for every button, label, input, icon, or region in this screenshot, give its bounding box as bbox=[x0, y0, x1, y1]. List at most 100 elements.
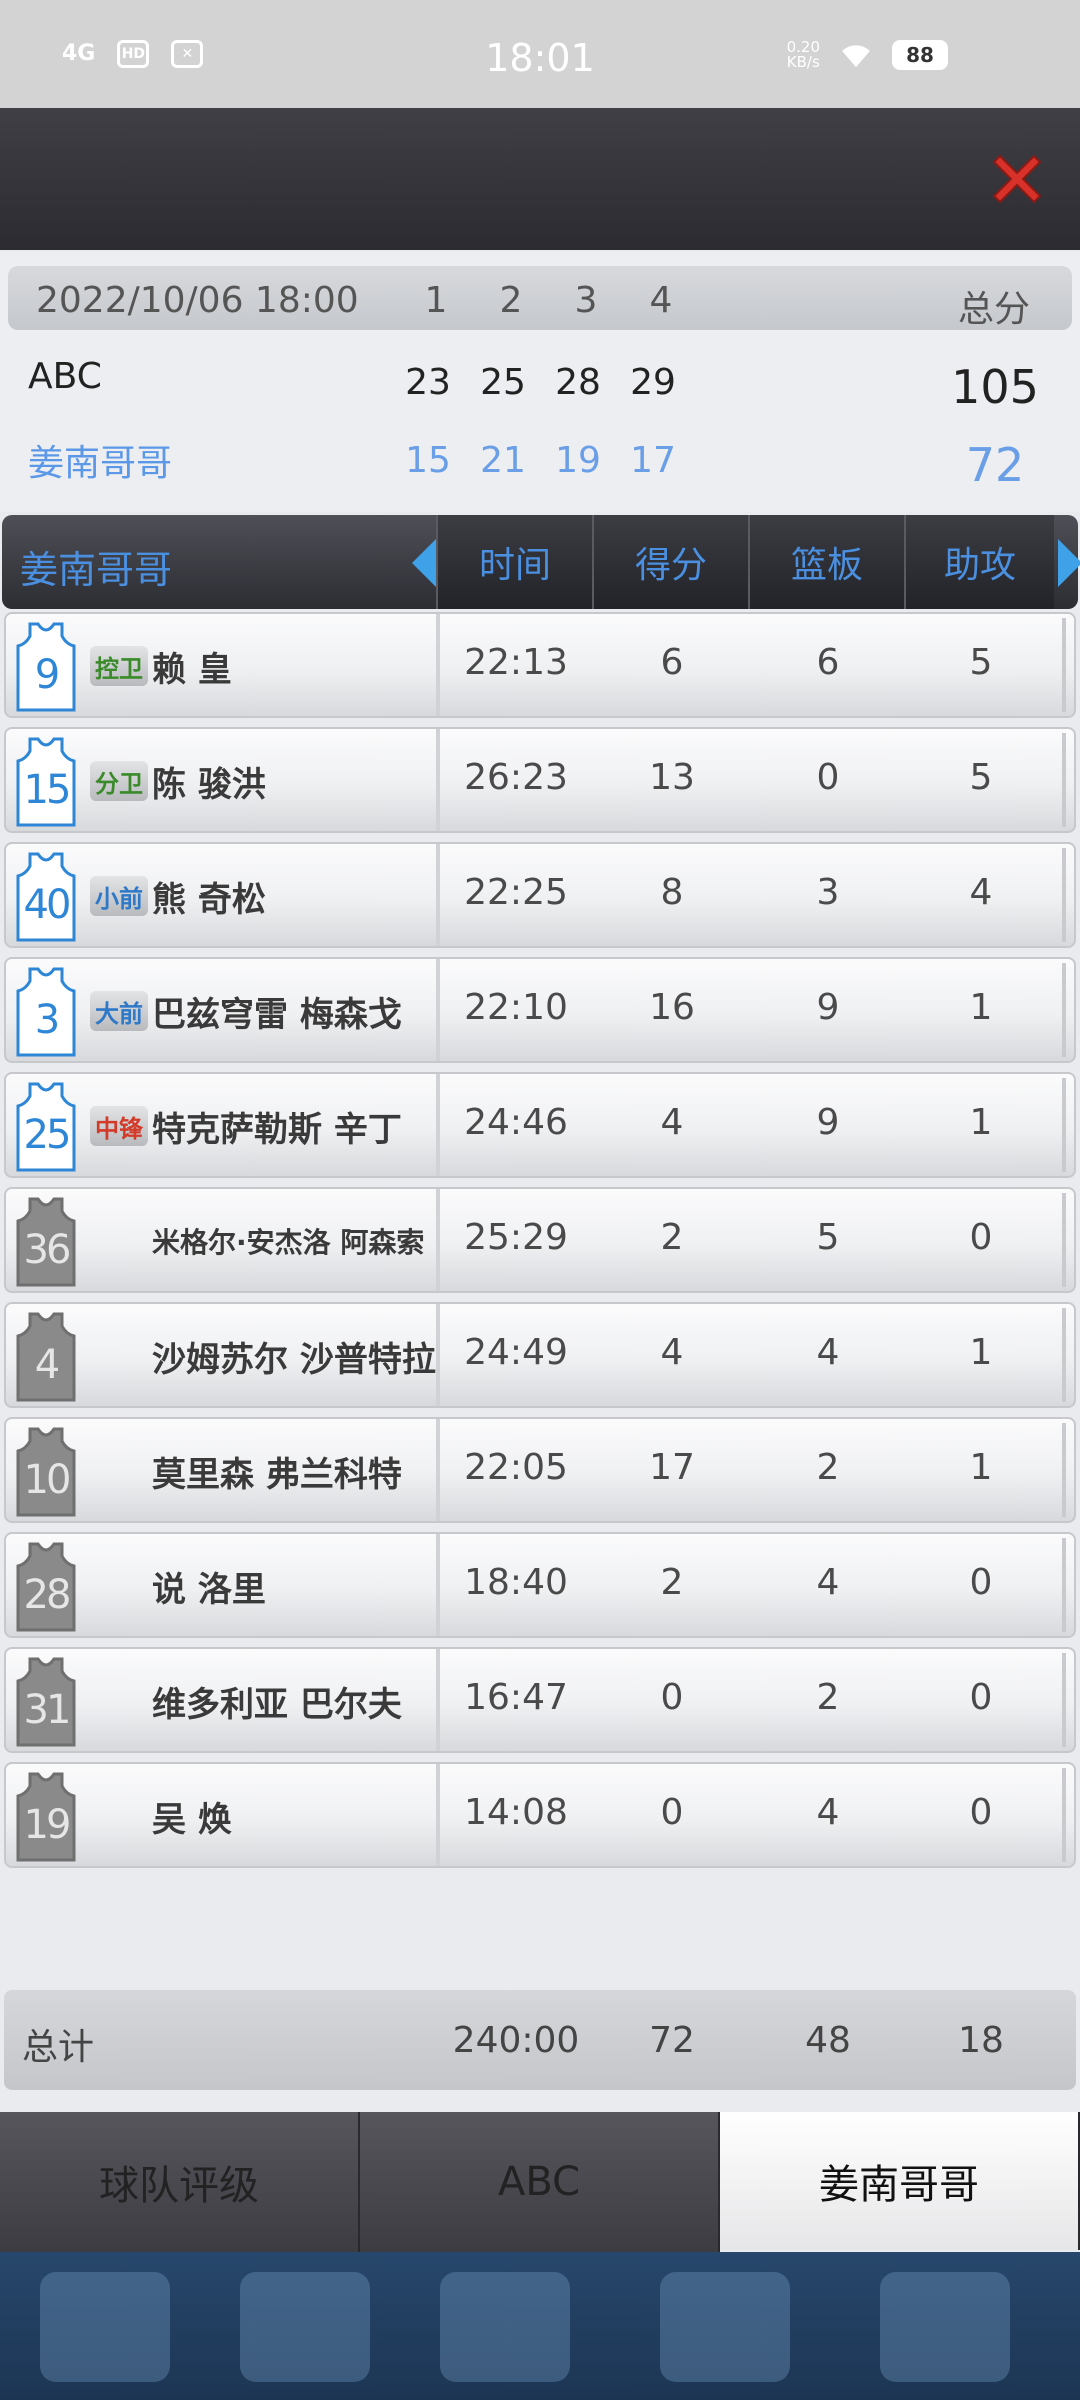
position-badge: 中锋 bbox=[90, 1106, 148, 1146]
jersey-number: 40 bbox=[23, 882, 72, 928]
status-bar: 4G HD ✕ 18:01 0.20 KB/s 88 bbox=[0, 0, 1080, 108]
player-name: 特克萨勒斯 辛丁 bbox=[152, 1110, 402, 1150]
player-assists: 0 bbox=[969, 1562, 993, 1603]
jersey-icon: 15 bbox=[16, 737, 76, 827]
player-points: 4 bbox=[660, 1332, 684, 1373]
position-badge: 分卫 bbox=[90, 761, 148, 801]
row-end-divider bbox=[1062, 733, 1066, 827]
jersey-number: 3 bbox=[34, 997, 60, 1043]
jersey-number: 28 bbox=[23, 1572, 72, 1618]
player-name: 维多利亚 巴尔夫 bbox=[152, 1685, 402, 1725]
player-row[interactable]: 9 控卫 赖 皇 22:13 6 6 5 bbox=[4, 612, 1076, 718]
player-name: 赖 皇 bbox=[152, 650, 232, 690]
jersey-number: 19 bbox=[23, 1802, 72, 1848]
player-row[interactable]: 31 维多利亚 巴尔夫 16:47 0 2 0 bbox=[4, 1647, 1076, 1753]
player-name: 陈 骏洪 bbox=[152, 765, 266, 805]
row-end-divider bbox=[1062, 1653, 1066, 1747]
tab-team-rating[interactable]: 球队评级 bbox=[0, 2112, 360, 2252]
player-name: 莫里森 弗兰科特 bbox=[152, 1455, 402, 1495]
jersey-icon: 25 bbox=[16, 1082, 76, 1172]
jersey-icon: 10 bbox=[16, 1427, 76, 1517]
player-time: 22:10 bbox=[464, 987, 568, 1028]
player-points: 2 bbox=[660, 1217, 684, 1258]
row-end-divider bbox=[1062, 1078, 1066, 1172]
player-points: 0 bbox=[660, 1792, 684, 1833]
jersey-icon: 40 bbox=[16, 852, 76, 942]
player-points: 2 bbox=[660, 1562, 684, 1603]
quarter-score: 29 bbox=[630, 362, 676, 403]
player-points: 13 bbox=[649, 757, 695, 798]
nav-icon bbox=[440, 2272, 570, 2382]
close-icon bbox=[992, 154, 1042, 204]
jersey-icon: 19 bbox=[16, 1772, 76, 1862]
tab-abc[interactable]: ABC bbox=[360, 2112, 720, 2252]
player-points: 4 bbox=[660, 1102, 684, 1143]
scroll-left-arrow-icon[interactable] bbox=[412, 539, 436, 587]
player-assists: 0 bbox=[969, 1677, 993, 1718]
jersey-number: 10 bbox=[23, 1457, 72, 1503]
player-rebounds: 4 bbox=[816, 1562, 840, 1603]
close-button[interactable] bbox=[982, 144, 1052, 214]
player-name: 米格尔·安杰洛 阿森索 bbox=[152, 1226, 425, 1259]
column-header-assists[interactable]: 助攻 bbox=[904, 515, 1054, 609]
player-assists: 4 bbox=[969, 872, 993, 913]
nav-icon bbox=[40, 2272, 170, 2382]
player-name: 巴兹穹雷 梅森戈 bbox=[152, 995, 402, 1035]
game-date: 2022/10/06 18:00 bbox=[36, 280, 359, 321]
network-speed: 0.20 KB/s bbox=[787, 40, 820, 70]
nav-icon bbox=[240, 2272, 370, 2382]
background-nav-bar bbox=[0, 2252, 1080, 2400]
player-time: 22:05 bbox=[464, 1447, 568, 1488]
player-time: 22:25 bbox=[464, 872, 568, 913]
player-row[interactable]: 40 小前 熊 奇松 22:25 8 3 4 bbox=[4, 842, 1076, 948]
player-assists: 5 bbox=[969, 642, 993, 683]
team-total: 105 bbox=[951, 360, 1039, 414]
player-rebounds: 2 bbox=[816, 1677, 840, 1718]
player-time: 16:47 bbox=[464, 1677, 568, 1718]
player-row[interactable]: 10 莫里森 弗兰科特 22:05 17 2 1 bbox=[4, 1417, 1076, 1523]
stats-team-name: 姜南哥哥 bbox=[20, 548, 173, 592]
row-end-divider bbox=[1062, 1768, 1066, 1862]
jersey-number: 4 bbox=[34, 1342, 60, 1388]
score-header: 2022/10/06 18:00 1 2 3 4 总分 bbox=[8, 266, 1072, 330]
player-row[interactable]: 15 分卫 陈 骏洪 26:23 13 0 5 bbox=[4, 727, 1076, 833]
quarter-score: 19 bbox=[555, 440, 601, 481]
player-rebounds: 2 bbox=[816, 1447, 840, 1488]
team-name: ABC bbox=[28, 356, 102, 397]
player-rebounds: 9 bbox=[816, 987, 840, 1028]
column-header-points[interactable]: 得分 bbox=[592, 515, 748, 609]
position-badge: 控卫 bbox=[90, 646, 148, 686]
column-header-time[interactable]: 时间 bbox=[436, 515, 592, 609]
player-assists: 1 bbox=[969, 1332, 993, 1373]
player-row[interactable]: 4 沙姆苏尔 沙普特拉 24:49 4 4 1 bbox=[4, 1302, 1076, 1408]
quarter-score: 25 bbox=[480, 362, 526, 403]
row-end-divider bbox=[1062, 1193, 1066, 1287]
tab-jiangnan-gege[interactable]: 姜南哥哥 bbox=[720, 2112, 1080, 2250]
row-end-divider bbox=[1062, 848, 1066, 942]
player-row[interactable]: 36 米格尔·安杰洛 阿森索 25:29 2 5 0 bbox=[4, 1187, 1076, 1293]
quarter-score: 21 bbox=[480, 440, 526, 481]
player-name: 说 洛里 bbox=[152, 1570, 266, 1610]
total-header: 总分 bbox=[958, 289, 1031, 330]
team-name: 姜南哥哥 bbox=[28, 443, 173, 484]
row-end-divider bbox=[1062, 618, 1066, 712]
totals-label: 总计 bbox=[22, 2027, 95, 2068]
score-card: 2022/10/06 18:00 1 2 3 4 总分 ABC 23 25 28… bbox=[0, 252, 1080, 512]
player-row[interactable]: 19 吴 焕 14:08 0 4 0 bbox=[4, 1762, 1076, 1868]
player-assists: 5 bbox=[969, 757, 993, 798]
player-row[interactable]: 25 中锋 特克萨勒斯 辛丁 24:46 4 9 1 bbox=[4, 1072, 1076, 1178]
player-time: 22:13 bbox=[464, 642, 568, 683]
jersey-number: 36 bbox=[23, 1227, 72, 1273]
quarter-2-header: 2 bbox=[499, 280, 523, 321]
wifi-icon bbox=[842, 45, 870, 67]
quarter-score: 28 bbox=[555, 362, 601, 403]
player-time: 14:08 bbox=[464, 1792, 568, 1833]
player-points: 6 bbox=[660, 642, 684, 683]
player-row[interactable]: 28 说 洛里 18:40 2 4 0 bbox=[4, 1532, 1076, 1638]
status-right: 0.20 KB/s 88 bbox=[787, 40, 948, 70]
player-time: 24:46 bbox=[464, 1102, 568, 1143]
column-header-rebounds[interactable]: 篮板 bbox=[748, 515, 904, 609]
dialog-header bbox=[0, 108, 1080, 250]
scroll-right-arrow-icon[interactable] bbox=[1058, 539, 1080, 587]
player-row[interactable]: 3 大前 巴兹穹雷 梅森戈 22:10 16 9 1 bbox=[4, 957, 1076, 1063]
